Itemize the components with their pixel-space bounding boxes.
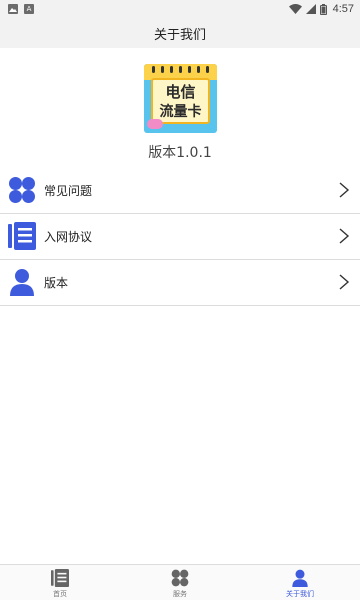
logo-bubble: [147, 119, 163, 129]
chevron-right-icon: [339, 182, 350, 198]
menu-item-faq[interactable]: 常见问题: [0, 168, 360, 214]
logo-rings: [152, 66, 209, 73]
page-title: 关于我们: [153, 27, 206, 43]
status-right: 4:57: [288, 3, 354, 15]
status-left: A: [8, 4, 34, 14]
chevron-right-icon: [339, 274, 350, 290]
menu-item-agreement[interactable]: 入网协议: [0, 214, 360, 260]
version-text: 版本1.0.1: [148, 145, 212, 161]
logo-line2: 流量卡: [159, 104, 202, 120]
about-menu: 常见问题 入网协议 版本: [0, 168, 360, 306]
wifi-icon: [288, 4, 302, 14]
menu-item-label: 版本: [44, 276, 69, 290]
person-icon: [10, 269, 34, 296]
chevron-right-icon: [339, 228, 350, 244]
battery-icon: [319, 3, 327, 15]
document-icon: [8, 222, 36, 250]
tab-about[interactable]: 关于我们: [240, 565, 360, 600]
status-bar: A 4:57: [0, 0, 360, 18]
status-time: 4:57: [332, 3, 354, 15]
grid-icon: [9, 177, 35, 203]
document-icon: [51, 569, 69, 587]
image-icon: [8, 4, 18, 14]
tab-label: 服务: [173, 590, 187, 598]
menu-item-label: 常见问题: [44, 184, 93, 198]
a-icon: A: [24, 4, 34, 14]
tab-label: 首页: [53, 590, 67, 598]
menu-item-label: 入网协议: [44, 230, 93, 244]
tab-label: 关于我们: [286, 590, 314, 598]
person-icon: [292, 569, 308, 587]
bottom-tab-bar: 首页 服务 关于我们: [0, 564, 360, 600]
title-bar: 关于我们: [0, 18, 360, 48]
tab-home[interactable]: 首页: [0, 565, 120, 600]
tab-services[interactable]: 服务: [120, 565, 240, 600]
grid-icon: [171, 569, 189, 587]
logo-line1: 电信: [165, 83, 196, 101]
signal-icon: [305, 4, 316, 14]
app-logo: 电信 流量卡: [144, 64, 217, 133]
menu-item-version[interactable]: 版本: [0, 260, 360, 306]
